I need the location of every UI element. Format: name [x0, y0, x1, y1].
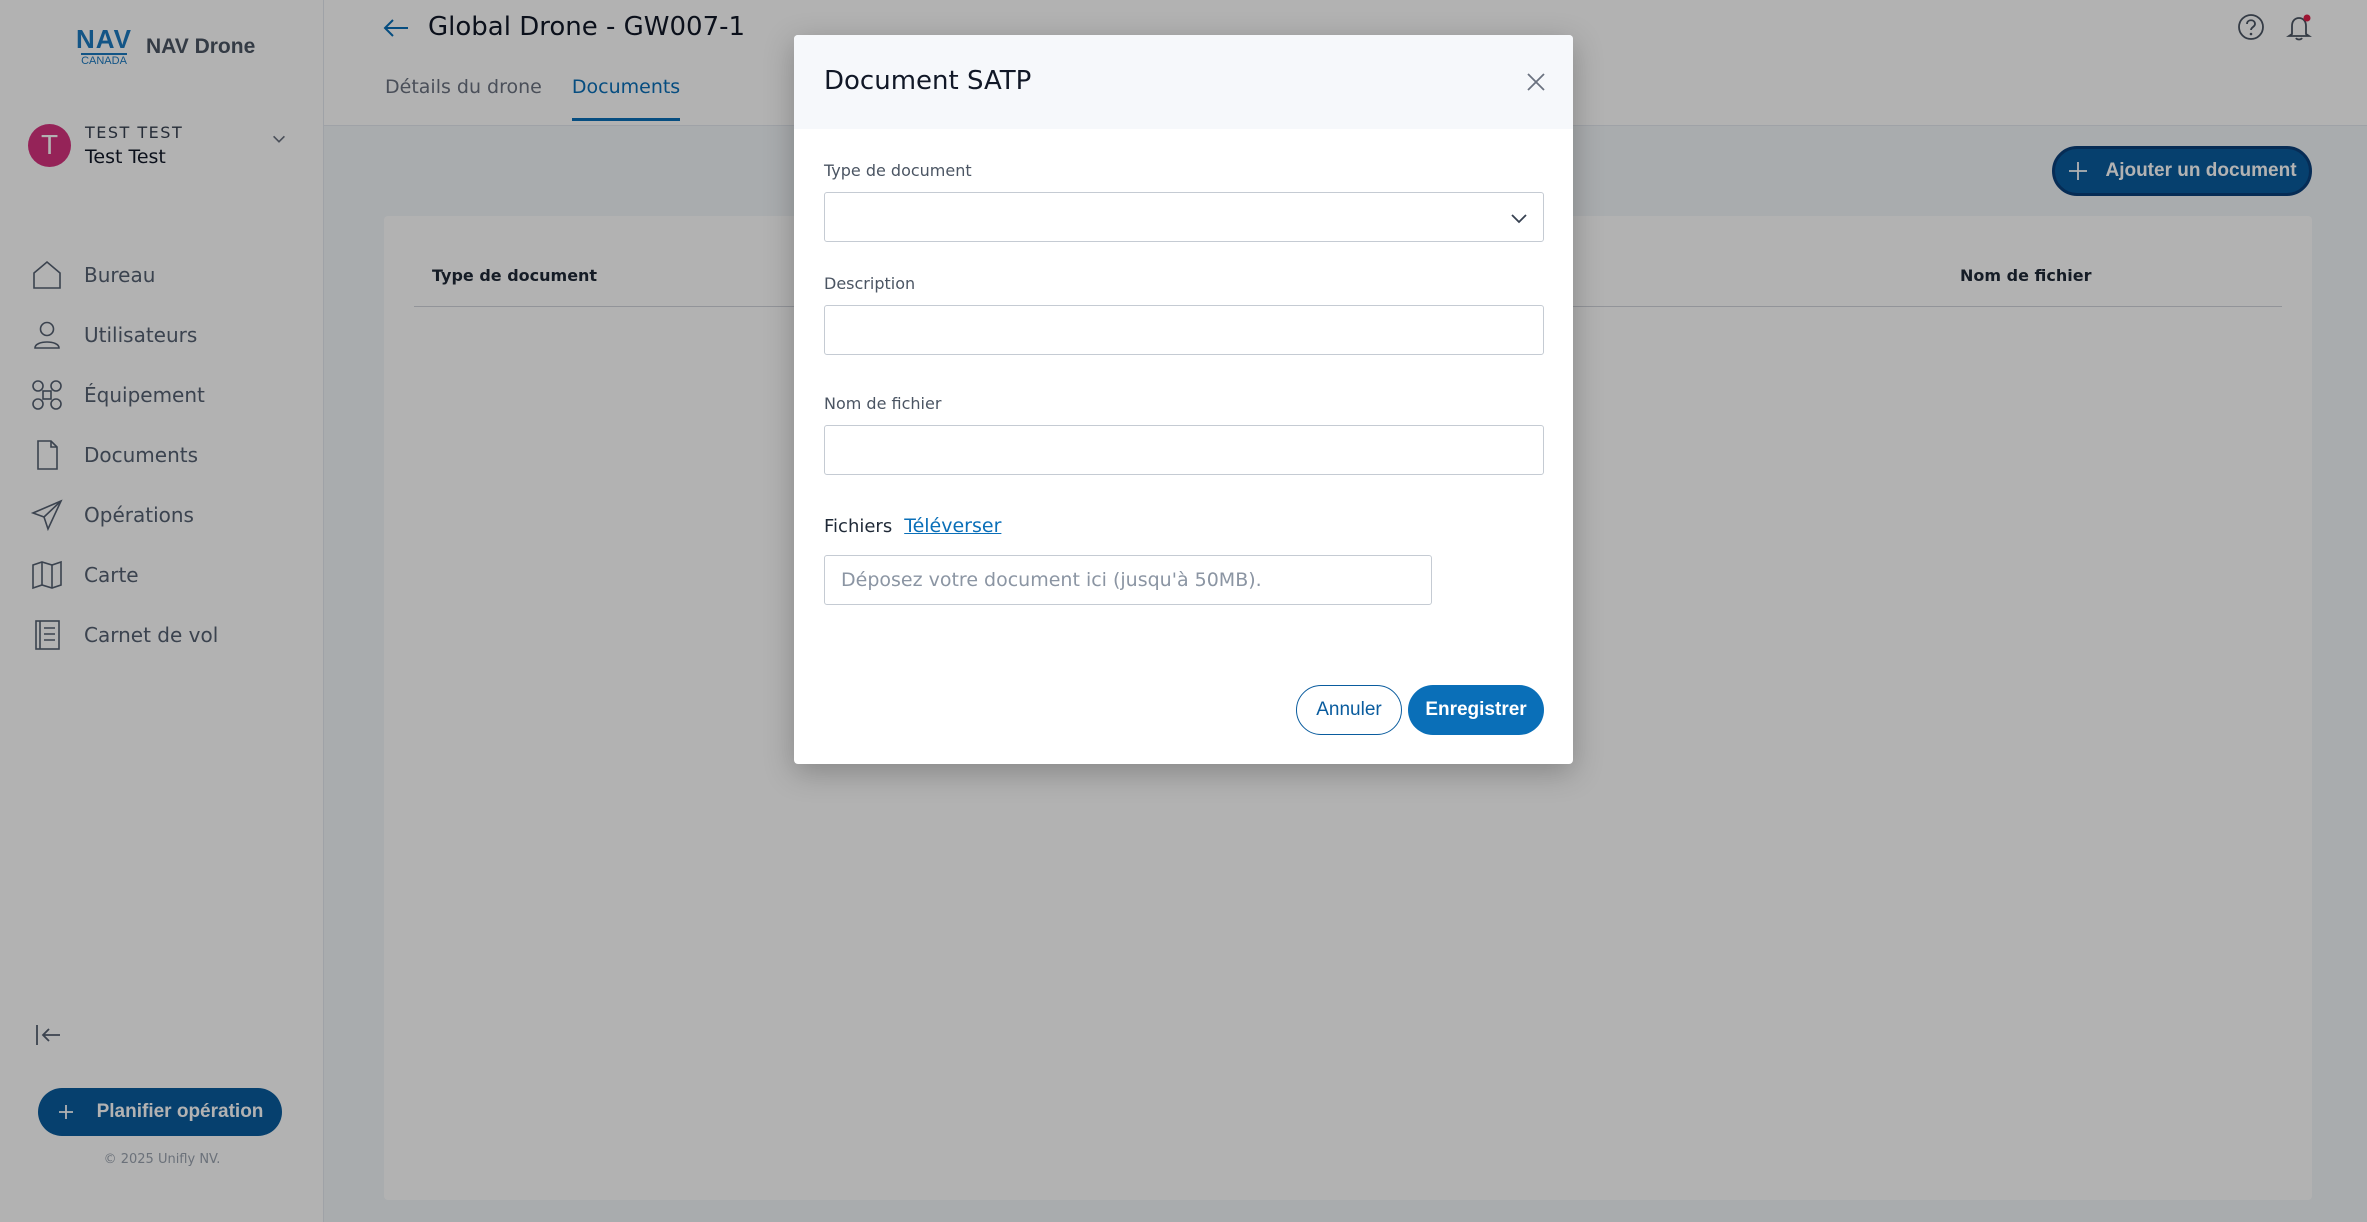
upload-link[interactable]: Téléverser: [904, 515, 1001, 537]
type-label: Type de document: [824, 161, 972, 180]
modal-title: Document SATP: [824, 66, 1032, 96]
chevron-down-icon: [1511, 214, 1527, 224]
filename-label: Nom de fichier: [824, 394, 942, 413]
description-label: Description: [824, 274, 916, 293]
description-input[interactable]: [824, 305, 1544, 355]
file-dropzone[interactable]: Déposez votre document ici (jusqu'à 50MB…: [824, 555, 1432, 605]
modal-header: Document SATP: [794, 35, 1573, 129]
files-label: Fichiers: [824, 516, 893, 537]
document-type-select[interactable]: [824, 192, 1544, 242]
filename-input[interactable]: [824, 425, 1544, 475]
document-modal: Document SATP Type de document Descripti…: [794, 35, 1573, 764]
files-row: Fichiers Téléverser: [824, 515, 1001, 537]
save-button[interactable]: Enregistrer: [1408, 685, 1544, 735]
cancel-button[interactable]: Annuler: [1296, 685, 1402, 735]
close-icon[interactable]: [1524, 70, 1548, 94]
